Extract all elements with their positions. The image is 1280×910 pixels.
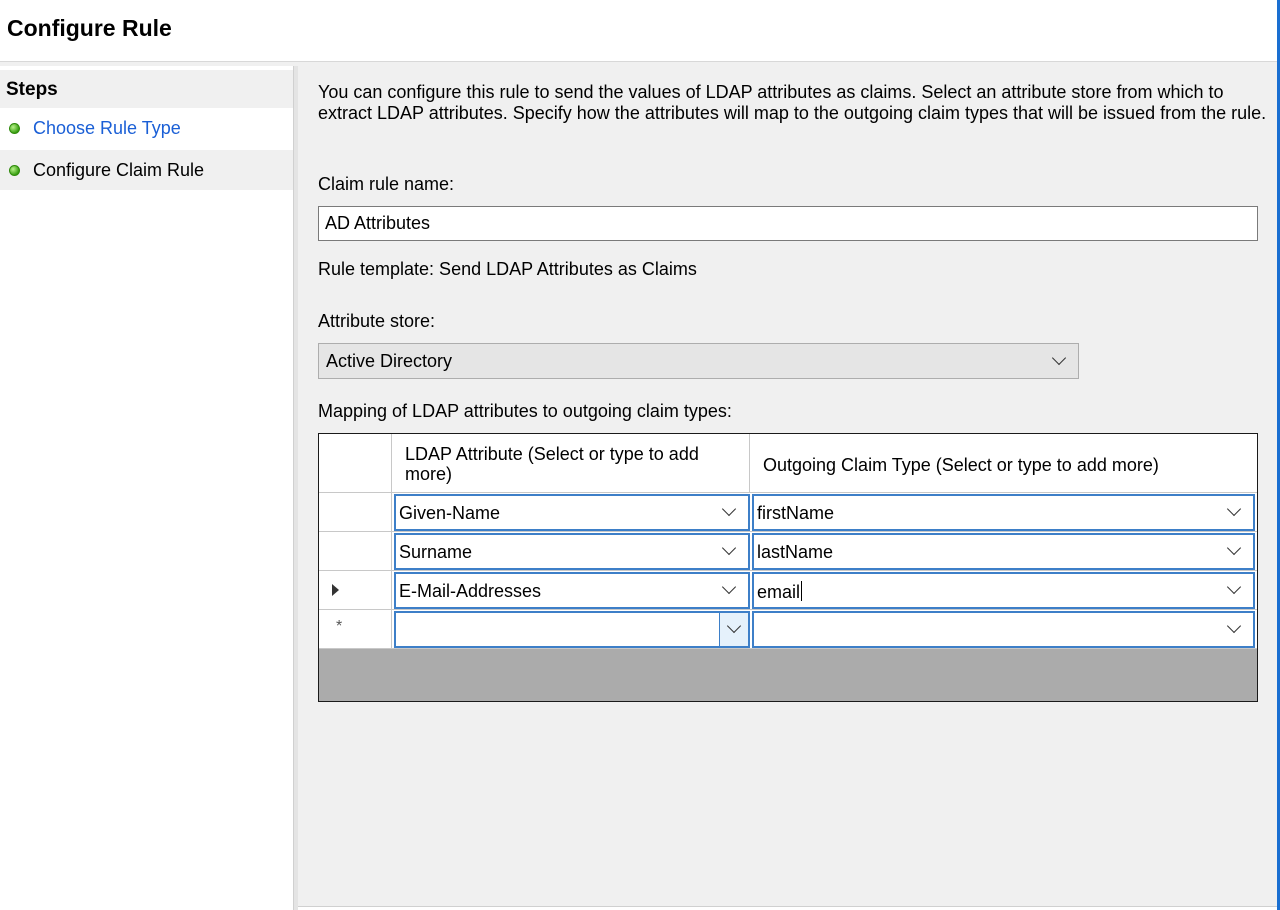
cell-value: Surname bbox=[399, 542, 473, 562]
ldap-attribute-combo[interactable]: E-Mail-Addresses bbox=[394, 572, 750, 609]
chevron-down-icon[interactable] bbox=[1226, 540, 1242, 556]
row-header[interactable] bbox=[319, 571, 392, 609]
cell-value: E-Mail-Addresses bbox=[399, 581, 542, 601]
step-configure-claim-rule[interactable]: Configure Claim Rule bbox=[0, 150, 293, 190]
description-text: You can configure this rule to send the … bbox=[318, 82, 1267, 123]
row-header[interactable]: * bbox=[319, 610, 392, 648]
row-header[interactable] bbox=[319, 532, 392, 570]
main-panel: You can configure this rule to send the … bbox=[298, 66, 1277, 910]
chevron-down-icon[interactable] bbox=[721, 579, 737, 595]
status-dot-icon bbox=[9, 123, 20, 134]
chevron-down-icon[interactable] bbox=[1226, 501, 1242, 517]
rule-template-text: Rule template: Send LDAP Attributes as C… bbox=[318, 259, 697, 279]
table-row: Given-Name firstName bbox=[319, 493, 1257, 532]
grid-header: LDAP Attribute (Select or type to add mo… bbox=[319, 434, 1257, 493]
mapping-grid: LDAP Attribute (Select or type to add mo… bbox=[318, 433, 1258, 702]
cell-value: Given-Name bbox=[399, 503, 501, 523]
new-row-asterisk-icon: * bbox=[336, 618, 343, 635]
current-row-arrow-icon bbox=[332, 584, 339, 596]
steps-heading-bar: Steps bbox=[0, 70, 293, 108]
dialog-header: Configure Rule bbox=[0, 0, 1280, 62]
steps-heading: Steps bbox=[6, 79, 58, 100]
status-dot-icon bbox=[9, 165, 20, 176]
row-header[interactable] bbox=[319, 493, 392, 531]
ldap-attribute-combo[interactable]: Given-Name bbox=[394, 494, 750, 531]
column-header-claim[interactable]: Outgoing Claim Type (Select or type to a… bbox=[750, 434, 1257, 493]
steps-sidebar: Steps Choose Rule Type Configure Claim R… bbox=[0, 66, 293, 910]
step-label: Choose Rule Type bbox=[33, 118, 181, 138]
step-choose-rule-type[interactable]: Choose Rule Type bbox=[0, 108, 293, 148]
text-caret bbox=[801, 581, 803, 601]
ldap-attribute-combo[interactable] bbox=[394, 611, 750, 648]
chevron-down-icon[interactable] bbox=[721, 501, 737, 517]
mapping-label: Mapping of LDAP attributes to outgoing c… bbox=[318, 401, 732, 421]
cell-value: firstName bbox=[757, 503, 835, 523]
column-header-label: LDAP Attribute (Select or type to add mo… bbox=[405, 444, 699, 484]
table-row-new: * bbox=[319, 610, 1257, 649]
attribute-store-value: Active Directory bbox=[326, 351, 453, 371]
table-row: Surname lastName bbox=[319, 532, 1257, 571]
claim-rule-name-label: Claim rule name: bbox=[318, 174, 455, 194]
chevron-down-icon[interactable] bbox=[1226, 579, 1242, 595]
claim-type-combo[interactable]: firstName bbox=[752, 494, 1255, 531]
chevron-down-icon bbox=[726, 618, 742, 634]
chevron-down-icon[interactable] bbox=[1226, 618, 1242, 634]
row-header-corner bbox=[319, 434, 392, 493]
step-label: Configure Claim Rule bbox=[33, 160, 205, 180]
footer-divider bbox=[298, 906, 1277, 910]
column-header-ldap[interactable]: LDAP Attribute (Select or type to add mo… bbox=[392, 434, 750, 493]
cell-value: lastName bbox=[757, 542, 834, 562]
page-title: Configure Rule bbox=[7, 15, 172, 41]
chevron-down-icon[interactable] bbox=[721, 540, 737, 556]
table-row: E-Mail-Addresses email bbox=[319, 571, 1257, 610]
dropdown-button[interactable] bbox=[719, 613, 748, 646]
claim-type-combo[interactable]: lastName bbox=[752, 533, 1255, 570]
ldap-attribute-combo[interactable]: Surname bbox=[394, 533, 750, 570]
claim-type-combo[interactable]: email bbox=[752, 572, 1255, 609]
column-header-label: Outgoing Claim Type (Select or type to a… bbox=[763, 455, 1159, 475]
claim-type-combo[interactable] bbox=[752, 611, 1255, 648]
cell-value: email bbox=[757, 582, 801, 602]
chevron-down-icon bbox=[1051, 350, 1067, 366]
claim-rule-name-input[interactable] bbox=[318, 206, 1258, 241]
attribute-store-label: Attribute store: bbox=[318, 311, 436, 331]
attribute-store-select[interactable]: Active Directory bbox=[318, 343, 1079, 379]
